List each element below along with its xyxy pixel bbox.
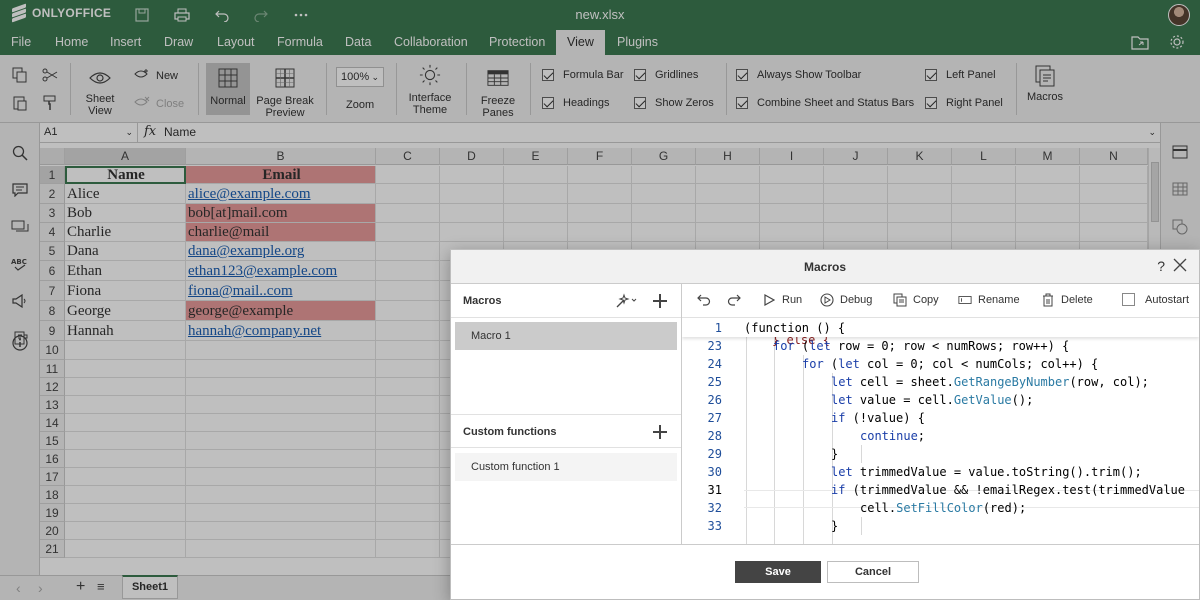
editor-toolbar: Run Debug Copy Rename Delete Autostart [682, 284, 1199, 318]
line-number: 30 [707, 465, 722, 479]
debug-icon [820, 293, 834, 307]
line-number: 33 [707, 519, 722, 533]
line-number: 29 [707, 447, 722, 461]
debug-label: Debug [840, 294, 873, 306]
macro-list-item[interactable]: Macro 1 [455, 322, 677, 350]
copy-label: Copy [913, 294, 939, 306]
line-number: 27 [707, 411, 722, 425]
run-label: Run [782, 294, 803, 306]
macros-dialog: Macros ? Macros Macro 1 Custom functions… [450, 249, 1200, 600]
play-icon [762, 293, 776, 307]
code-editor[interactable]: } else {23 for (let row = 0; row < numRow… [682, 319, 1199, 544]
dialog-footer: Save Cancel [451, 544, 1199, 600]
save-button[interactable]: Save [735, 561, 821, 583]
code-line: for (let row = 0; row < numRows; row++) … [773, 339, 1070, 353]
undo-icon [697, 293, 711, 307]
help-icon[interactable]: ? [1157, 258, 1165, 274]
line-number: 24 [707, 357, 722, 371]
code-line: } [831, 447, 839, 461]
sticky-scroll-header[interactable]: 1 (function () { [682, 319, 1199, 337]
rename-button[interactable]: Rename [958, 293, 1020, 307]
line-number: 32 [707, 501, 722, 515]
line-number: 23 [707, 339, 722, 353]
dialog-title: Macros [803, 260, 847, 274]
delete-button[interactable]: Delete [1041, 293, 1093, 307]
line-number: 31 [707, 483, 722, 497]
code-line: cell.SetFillColor(red); [860, 501, 1027, 515]
autostart-label: Autostart [1145, 293, 1190, 306]
code-line: let value = cell.GetValue(); [831, 393, 1034, 407]
code-line: } [831, 519, 839, 533]
code-line: continue; [860, 429, 926, 443]
line-number: 25 [707, 375, 722, 389]
trash-icon [1041, 293, 1055, 307]
custom-function-item[interactable]: Custom function 1 [455, 453, 677, 481]
ai-macro-icon[interactable] [613, 293, 637, 312]
line-number: 1 [714, 321, 722, 335]
debug-button[interactable]: Debug [820, 293, 872, 307]
rename-icon [958, 293, 972, 307]
dialog-header: Macros ? [451, 250, 1199, 284]
code-line: if (!value) { [831, 411, 925, 425]
add-macro-icon[interactable] [653, 294, 667, 308]
code-line: if (trimmedValue && !emailRegex.test(tri… [831, 483, 1186, 497]
rename-label: Rename [978, 294, 1020, 306]
close-icon[interactable] [1173, 258, 1189, 274]
custom-functions-label: Custom functions [463, 426, 557, 438]
code-line: let trimmedValue = value.toString().trim… [831, 465, 1142, 479]
code-line: (function () { [744, 321, 846, 335]
macros-section-label: Macros [463, 295, 502, 307]
redo-button[interactable] [727, 293, 741, 307]
add-custom-function-icon[interactable] [653, 425, 667, 439]
macro-list-pane: Macros Macro 1 Custom functions Custom f… [451, 284, 682, 544]
redo-icon [727, 293, 741, 307]
custom-functions-header: Custom functions [451, 414, 681, 448]
cancel-button[interactable]: Cancel [827, 561, 919, 583]
macros-section-header: Macros [451, 284, 681, 318]
checkbox-unchecked-icon [1122, 293, 1135, 306]
autostart-checkbox[interactable]: Autostart [1122, 293, 1189, 306]
code-line: let cell = sheet.GetRangeByNumber(row, c… [831, 375, 1149, 389]
copy-icon [893, 293, 907, 307]
delete-label: Delete [1061, 294, 1093, 306]
run-button[interactable]: Run [762, 293, 802, 307]
line-number: 28 [707, 429, 722, 443]
copy-button[interactable]: Copy [893, 293, 939, 307]
line-number: 26 [707, 393, 722, 407]
undo-button[interactable] [697, 293, 711, 307]
code-line: for (let col = 0; col < numCols; col++) … [802, 357, 1099, 371]
